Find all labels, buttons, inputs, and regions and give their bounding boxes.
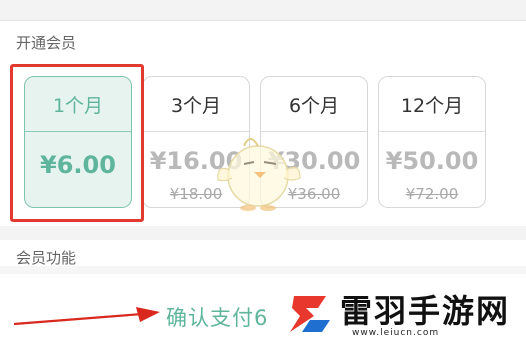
section-separator [0, 226, 526, 240]
section-separator-bottom [0, 266, 526, 274]
confirm-pay-button[interactable]: 确认支付6 [166, 302, 268, 332]
mascot-chick-icon [217, 138, 301, 211]
plan-duration: 6个月 [288, 95, 340, 117]
site-watermark: 雷羽手游网 www.leiucn.com [272, 282, 526, 346]
watermark-site-name: 雷羽手游网 [340, 292, 511, 330]
top-divider [0, 20, 526, 21]
watermark-site-url: www.leiucn.com [352, 328, 440, 338]
selection-highlight-box [10, 64, 144, 222]
section-title-open-membership: 开通会员 [16, 34, 77, 52]
leiyu-logo-icon [284, 292, 330, 336]
top-background-band [0, 0, 526, 20]
plan-price: ¥50.00 [385, 147, 479, 175]
section-title-member-features: 会员功能 [16, 249, 77, 267]
plan-original-price: ¥72.00 [405, 185, 459, 203]
plan-duration: 3个月 [170, 95, 222, 117]
red-arrow-icon [13, 307, 160, 326]
plan-card-12-months[interactable]: 12个月 ¥50.00 ¥72.00 [378, 76, 486, 208]
plan-divider [379, 131, 485, 132]
plan-duration: 12个月 [400, 95, 464, 117]
